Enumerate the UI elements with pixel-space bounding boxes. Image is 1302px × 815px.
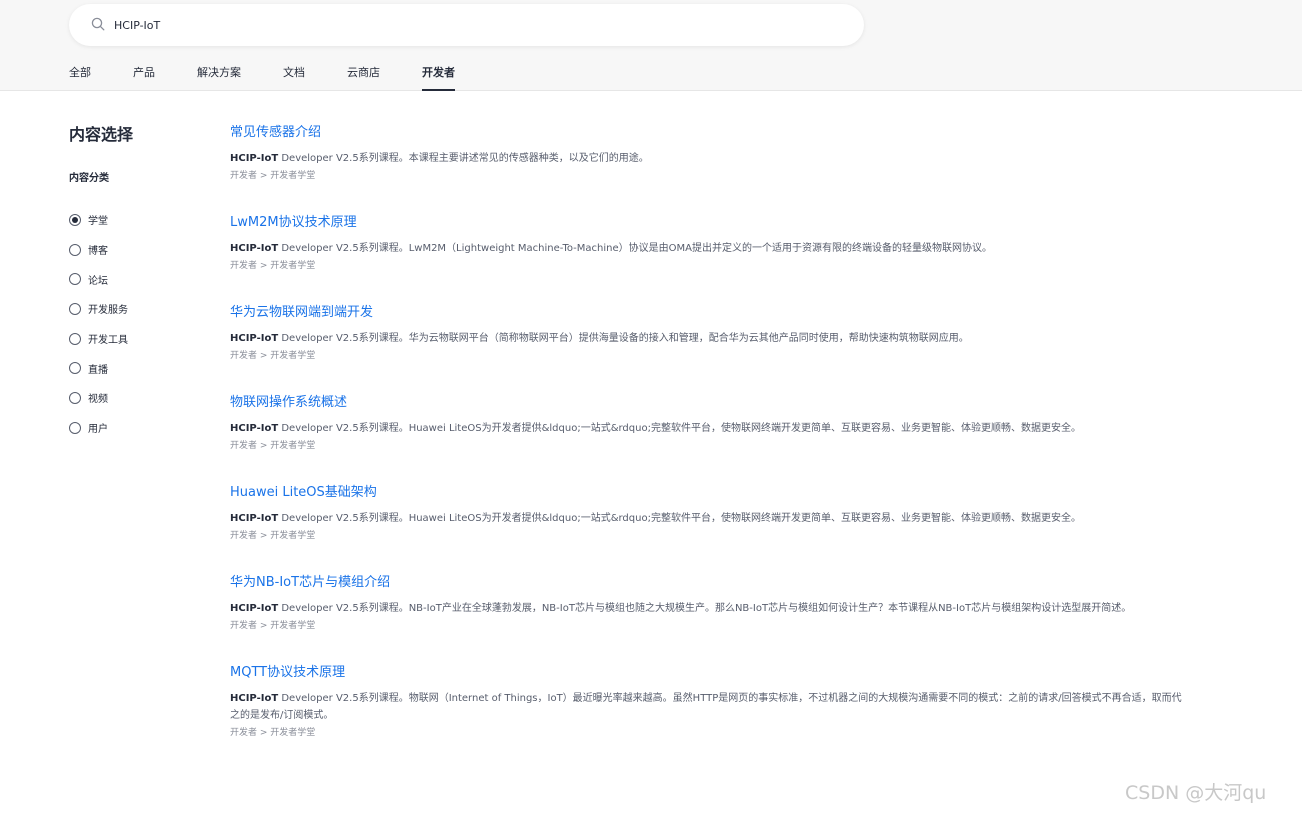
result-title-link[interactable]: 常见传感器介绍 [230, 124, 1190, 142]
radio-label: 开发服务 [88, 305, 128, 317]
result-desc-keyword: HCIP-IoT [230, 153, 279, 164]
search-results: 常见传感器介绍 HCIP-IoT Developer V2.5系列课程。本课程主… [230, 124, 1190, 771]
result-title-link[interactable]: 华为云物联网端到端开发 [230, 304, 1190, 322]
result-breadcrumb: 开发者 > 开发者学堂 [230, 728, 316, 738]
sidebar-title: 内容选择 [69, 125, 134, 144]
radio-label: 视频 [88, 394, 108, 406]
radio-icon[interactable] [69, 302, 81, 315]
radio-option-live[interactable]: 直播 [69, 353, 209, 383]
result-description: HCIP-IoT Developer V2.5系列课程。LwM2M（Lightw… [230, 240, 1190, 257]
radio-label: 学堂 [88, 216, 108, 228]
radio-label: 用户 [88, 424, 108, 436]
tab-docs[interactable]: 文档 [283, 64, 305, 91]
result-desc-keyword: HCIP-IoT [230, 333, 279, 344]
result-breadcrumb: 开发者 > 开发者学堂 [230, 171, 316, 181]
radio-icon[interactable] [69, 421, 81, 434]
search-box[interactable]: HCIP-IoT [69, 4, 864, 46]
radio-label: 直播 [88, 364, 108, 376]
radio-icon[interactable] [69, 332, 81, 345]
radio-label: 论坛 [88, 275, 108, 287]
radio-option-users[interactable]: 用户 [69, 413, 209, 443]
result-desc-text: Developer V2.5系列课程。LwM2M（Lightweight Mac… [278, 243, 992, 254]
result-description: HCIP-IoT Developer V2.5系列课程。华为云物联网平台（简称物… [230, 330, 1190, 347]
result-desc-keyword: HCIP-IoT [230, 693, 279, 704]
result-desc-text: Developer V2.5系列课程。本课程主要讲述常见的传感器种类，以及它们的… [278, 153, 649, 164]
result-item: Huawei LiteOS基础架构 HCIP-IoT Developer V2.… [230, 484, 1190, 543]
radio-option-dev-services[interactable]: 开发服务 [69, 294, 209, 324]
result-description: HCIP-IoT Developer V2.5系列课程。物联网（Internet… [230, 690, 1190, 724]
radio-label: 博客 [88, 246, 108, 258]
radio-label: 开发工具 [88, 335, 128, 347]
result-desc-text: Developer V2.5系列课程。物联网（Internet of Thing… [230, 693, 1182, 721]
radio-option-blog[interactable]: 博客 [69, 235, 209, 265]
category-tabs: 全部 产品 解决方案 文档 云商店 开发者 [69, 64, 497, 91]
result-item: 华为云物联网端到端开发 HCIP-IoT Developer V2.5系列课程。… [230, 304, 1190, 363]
result-breadcrumb: 开发者 > 开发者学堂 [230, 621, 316, 631]
result-breadcrumb: 开发者 > 开发者学堂 [230, 531, 316, 541]
top-bar: HCIP-IoT 全部 产品 解决方案 文档 云商店 开发者 [0, 0, 1302, 91]
tab-solutions[interactable]: 解决方案 [197, 64, 241, 91]
tab-products[interactable]: 产品 [133, 64, 155, 91]
result-desc-text: Developer V2.5系列课程。NB-IoT产业在全球蓬勃发展，NB-Io… [278, 603, 1132, 614]
result-breadcrumb: 开发者 > 开发者学堂 [230, 351, 316, 361]
result-desc-keyword: HCIP-IoT [230, 423, 279, 434]
result-description: HCIP-IoT Developer V2.5系列课程。Huawei LiteO… [230, 510, 1190, 527]
result-item: 物联网操作系统概述 HCIP-IoT Developer V2.5系列课程。Hu… [230, 394, 1190, 453]
radio-icon[interactable] [69, 391, 81, 404]
radio-checked-icon[interactable] [69, 213, 81, 226]
result-desc-keyword: HCIP-IoT [230, 603, 279, 614]
filter-sidebar: 内容选择 内容分类 学堂 博客 论坛 开发服务 开发工具 直播 视频 用户 [69, 124, 209, 443]
result-breadcrumb: 开发者 > 开发者学堂 [230, 261, 316, 271]
result-title-link[interactable]: 物联网操作系统概述 [230, 394, 1190, 412]
result-desc-keyword: HCIP-IoT [230, 513, 279, 524]
radio-icon[interactable] [69, 273, 81, 286]
result-desc-text: Developer V2.5系列课程。Huawei LiteOS为开发者提供&l… [278, 423, 1081, 434]
result-desc-text: Developer V2.5系列课程。华为云物联网平台（简称物联网平台）提供海量… [278, 333, 969, 344]
search-icon[interactable] [91, 16, 105, 35]
result-description: HCIP-IoT Developer V2.5系列课程。Huawei LiteO… [230, 420, 1190, 437]
tab-marketplace[interactable]: 云商店 [347, 64, 380, 91]
result-description: HCIP-IoT Developer V2.5系列课程。本课程主要讲述常见的传感… [230, 150, 1190, 167]
csdn-watermark: CSDN @大河qu [1125, 782, 1267, 804]
result-item: 常见传感器介绍 HCIP-IoT Developer V2.5系列课程。本课程主… [230, 124, 1190, 183]
radio-icon[interactable] [69, 243, 81, 256]
radio-option-academy[interactable]: 学堂 [69, 205, 209, 235]
tab-developer[interactable]: 开发者 [422, 64, 455, 91]
result-breadcrumb: 开发者 > 开发者学堂 [230, 441, 316, 451]
result-title-link[interactable]: LwM2M协议技术原理 [230, 214, 1190, 232]
result-description: HCIP-IoT Developer V2.5系列课程。NB-IoT产业在全球蓬… [230, 600, 1190, 617]
radio-option-forum[interactable]: 论坛 [69, 264, 209, 294]
radio-option-dev-tools[interactable]: 开发工具 [69, 324, 209, 354]
result-item: MQTT协议技术原理 HCIP-IoT Developer V2.5系列课程。物… [230, 664, 1190, 740]
radio-icon[interactable] [69, 362, 81, 375]
radio-option-video[interactable]: 视频 [69, 383, 209, 413]
result-item: 华为NB-IoT芯片与模组介绍 HCIP-IoT Developer V2.5系… [230, 574, 1190, 633]
result-desc-keyword: HCIP-IoT [230, 243, 279, 254]
sidebar-subtitle: 内容分类 [69, 173, 109, 184]
result-item: LwM2M协议技术原理 HCIP-IoT Developer V2.5系列课程。… [230, 214, 1190, 273]
result-desc-text: Developer V2.5系列课程。Huawei LiteOS为开发者提供&l… [278, 513, 1081, 524]
result-title-link[interactable]: 华为NB-IoT芯片与模组介绍 [230, 574, 1190, 592]
tab-all[interactable]: 全部 [69, 64, 91, 91]
result-title-link[interactable]: MQTT协议技术原理 [230, 664, 1190, 682]
search-input[interactable]: HCIP-IoT [114, 19, 160, 32]
category-radio-group: 学堂 博客 论坛 开发服务 开发工具 直播 视频 用户 [69, 205, 209, 443]
result-title-link[interactable]: Huawei LiteOS基础架构 [230, 484, 1190, 502]
